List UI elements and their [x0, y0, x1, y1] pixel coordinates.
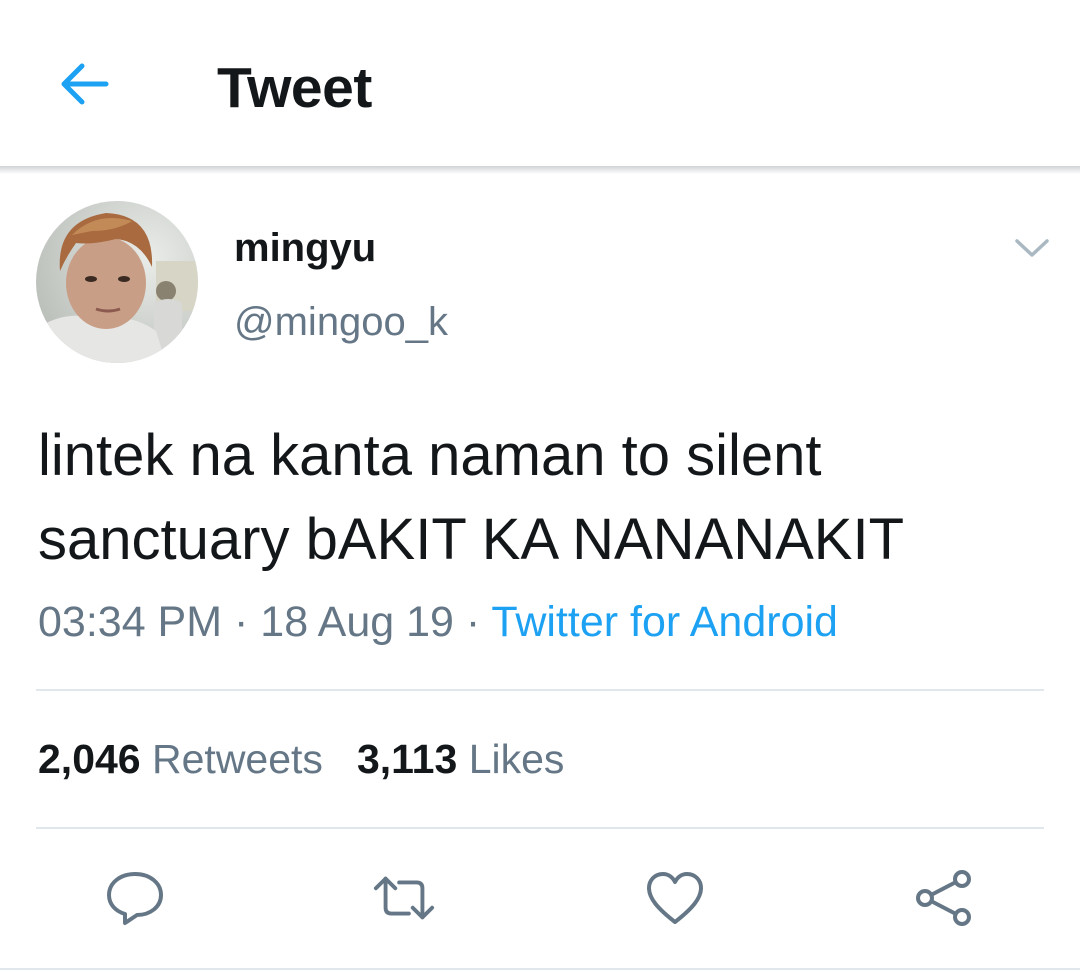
share-button[interactable]: [912, 866, 976, 930]
header-divider: [0, 166, 1080, 174]
like-button[interactable]: [643, 866, 707, 930]
divider: [36, 689, 1044, 691]
retweets-stat[interactable]: 2,046 Retweets: [38, 736, 323, 783]
author-handle[interactable]: @mingoo_k: [234, 300, 448, 345]
author-display-name[interactable]: mingyu: [234, 226, 376, 271]
app-header: Tweet: [0, 0, 1080, 168]
retweet-icon: [373, 876, 435, 920]
arrow-left-icon: [61, 63, 109, 105]
tweet-date: 18 Aug 19: [260, 598, 454, 646]
share-icon: [916, 870, 971, 926]
reply-icon: [107, 872, 163, 925]
retweets-count: 2,046: [38, 736, 141, 782]
reply-button[interactable]: [103, 866, 167, 930]
tweet-text: lintek na kanta naman to silent sanctuar…: [38, 414, 1048, 582]
tweet-stats: 2,046 Retweets 3,113 Likes: [38, 736, 564, 783]
retweet-button[interactable]: [372, 866, 436, 930]
tweet-time: 03:34 PM: [38, 598, 223, 646]
divider: [0, 968, 1080, 970]
meta-separator: ·: [453, 598, 492, 646]
meta-separator: ·: [222, 598, 261, 646]
tweet-meta: 03:34 PM · 18 Aug 19 · Twitter for Andro…: [38, 598, 838, 647]
back-button[interactable]: [54, 54, 114, 114]
retweets-label: Retweets: [152, 736, 323, 782]
page-title: Tweet: [217, 56, 372, 120]
heart-icon: [647, 872, 703, 924]
likes-label: Likes: [468, 736, 565, 782]
tweet-menu-button[interactable]: [1010, 226, 1054, 270]
tweet-text-line: sanctuary bAKIT KA NANANAKIT: [38, 507, 905, 572]
avatar[interactable]: [36, 201, 198, 363]
chevron-down-icon: [1015, 239, 1049, 257]
divider: [36, 827, 1044, 829]
likes-stat[interactable]: 3,113 Likes: [357, 736, 564, 783]
tweet-text-line: lintek na kanta naman to silent: [38, 423, 822, 488]
user-avatar-photo: [36, 201, 198, 363]
likes-count: 3,113: [356, 736, 458, 782]
tweet-source-link[interactable]: Twitter for Android: [491, 598, 838, 646]
